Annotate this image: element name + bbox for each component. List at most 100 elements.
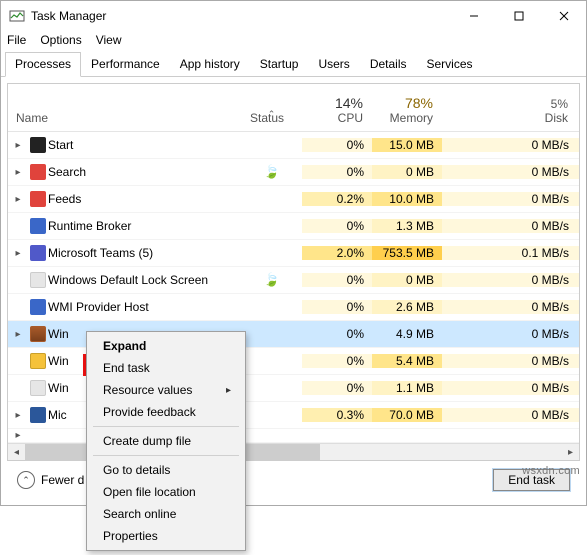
expand-toggle-icon[interactable]: ▸ xyxy=(8,410,28,421)
cpu-value: 0% xyxy=(302,165,372,179)
sort-indicator-icon: ⌃ xyxy=(268,109,276,120)
table-row[interactable]: Runtime Broker 0%1.3 MB0 MB/s xyxy=(8,213,579,240)
disk-value: 0 MB/s xyxy=(442,354,579,368)
memory-value: 10.0 MB xyxy=(372,192,442,206)
process-icon xyxy=(28,407,48,423)
memory-value: 1.1 MB xyxy=(372,381,442,395)
submenu-arrow-icon: ▸ xyxy=(226,385,231,396)
process-icon xyxy=(28,380,48,396)
suspended-leaf-icon: 🍃 xyxy=(264,272,280,288)
end-task-button[interactable]: End task xyxy=(493,469,570,491)
memory-value: 2.6 MB xyxy=(372,300,442,314)
expand-toggle-icon[interactable]: ▸ xyxy=(8,140,28,151)
expand-toggle-icon[interactable]: ▸ xyxy=(8,248,28,259)
cpu-value: 0.3% xyxy=(302,408,372,422)
tab-services[interactable]: Services xyxy=(417,52,483,77)
memory-value: 0 MB xyxy=(372,273,442,287)
menu-view[interactable]: View xyxy=(96,33,122,47)
disk-value: 0 MB/s xyxy=(442,273,579,287)
scroll-right-icon[interactable]: ▸ xyxy=(562,444,579,461)
close-button[interactable] xyxy=(541,1,586,31)
cpu-value: 0% xyxy=(302,219,372,233)
process-name: Start xyxy=(48,138,242,152)
disk-value: 0 MB/s xyxy=(442,138,579,152)
ctx-resource-values[interactable]: Resource values▸ xyxy=(89,379,243,401)
memory-value: 5.4 MB xyxy=(372,354,442,368)
titlebar[interactable]: Task Manager xyxy=(1,1,586,31)
minimize-button[interactable] xyxy=(451,1,496,31)
cpu-value: 0% xyxy=(302,381,372,395)
process-icon xyxy=(28,326,48,342)
tab-strip: Processes Performance App history Startu… xyxy=(1,51,586,77)
cpu-value: 2.0% xyxy=(302,246,372,260)
process-icon xyxy=(28,245,48,261)
ctx-expand[interactable]: Expand xyxy=(89,335,243,357)
tab-app-history[interactable]: App history xyxy=(170,52,250,77)
tab-details[interactable]: Details xyxy=(360,52,417,77)
ctx-properties[interactable]: Properties xyxy=(89,525,243,547)
ctx-separator xyxy=(93,455,239,456)
menu-file[interactable]: File xyxy=(7,33,26,47)
tab-startup[interactable]: Startup xyxy=(250,52,309,77)
disk-value: 0 MB/s xyxy=(442,408,579,422)
menu-options[interactable]: Options xyxy=(40,33,81,47)
expand-toggle-icon[interactable]: ▸ xyxy=(8,167,28,178)
process-icon xyxy=(28,218,48,234)
disk-value: 0 MB/s xyxy=(442,192,579,206)
process-icon xyxy=(28,299,48,315)
memory-value: 4.9 MB xyxy=(372,327,442,341)
ctx-open-file-location[interactable]: Open file location xyxy=(89,481,243,503)
process-icon xyxy=(28,164,48,180)
disk-value: 0 MB/s xyxy=(442,165,579,179)
table-row[interactable]: ▸Search🍃0%0 MB0 MB/s xyxy=(8,159,579,186)
cpu-value: 0% xyxy=(302,354,372,368)
suspended-leaf-icon: 🍃 xyxy=(264,164,280,180)
cpu-value: 0% xyxy=(302,300,372,314)
scroll-left-icon[interactable]: ◂ xyxy=(8,444,25,461)
ctx-separator xyxy=(93,426,239,427)
chevron-up-icon: ⌃ xyxy=(17,471,35,489)
ctx-search-online[interactable]: Search online xyxy=(89,503,243,525)
fewer-details-label: Fewer d xyxy=(41,473,84,487)
memory-value: 0 MB xyxy=(372,165,442,179)
table-row[interactable]: ▸Start0%15.0 MB0 MB/s xyxy=(8,132,579,159)
table-header: Name ⌃ Status 14%CPU 78%Memory 5%Disk xyxy=(8,84,579,132)
maximize-button[interactable] xyxy=(496,1,541,31)
disk-value: 0 MB/s xyxy=(442,219,579,233)
col-cpu[interactable]: 14%CPU xyxy=(302,91,372,131)
table-row[interactable]: Windows Default Lock Screen🍃0%0 MB0 MB/s xyxy=(8,267,579,294)
tab-performance[interactable]: Performance xyxy=(81,52,170,77)
process-icon xyxy=(28,353,48,369)
table-row[interactable]: ▸Feeds0.2%10.0 MB0 MB/s xyxy=(8,186,579,213)
expand-toggle-icon[interactable]: ▸ xyxy=(8,430,28,441)
disk-value: 0 MB/s xyxy=(442,300,579,314)
col-memory[interactable]: 78%Memory xyxy=(372,91,442,131)
disk-value: 0 MB/s xyxy=(442,327,579,341)
process-name: Runtime Broker xyxy=(48,219,242,233)
col-disk[interactable]: 5%Disk xyxy=(442,93,579,131)
memory-value: 1.3 MB xyxy=(372,219,442,233)
process-name: WMI Provider Host xyxy=(48,300,242,314)
expand-toggle-icon[interactable]: ▸ xyxy=(8,329,28,340)
disk-value: 0.1 MB/s xyxy=(442,246,579,260)
memory-value: 70.0 MB xyxy=(372,408,442,422)
tab-processes[interactable]: Processes xyxy=(5,52,81,77)
fewer-details-button[interactable]: ⌃ Fewer d xyxy=(17,471,84,489)
table-row[interactable]: WMI Provider Host 0%2.6 MB0 MB/s xyxy=(8,294,579,321)
process-status: 🍃 xyxy=(242,164,302,180)
process-icon xyxy=(28,272,48,288)
window-title: Task Manager xyxy=(31,9,451,23)
process-status: 🍃 xyxy=(242,272,302,288)
ctx-create-dump[interactable]: Create dump file xyxy=(89,430,243,452)
expand-toggle-icon[interactable]: ▸ xyxy=(8,194,28,205)
ctx-provide-feedback[interactable]: Provide feedback xyxy=(89,401,243,423)
memory-value: 753.5 MB xyxy=(372,246,442,260)
cpu-value: 0% xyxy=(302,273,372,287)
context-menu: Expand End task Resource values▸ Provide… xyxy=(86,331,246,551)
table-row[interactable]: ▸Microsoft Teams (5)2.0%753.5 MB0.1 MB/s xyxy=(8,240,579,267)
col-status[interactable]: ⌃ Status xyxy=(242,107,302,131)
ctx-go-to-details[interactable]: Go to details xyxy=(89,459,243,481)
tab-users[interactable]: Users xyxy=(308,52,359,77)
col-name[interactable]: Name xyxy=(8,107,242,131)
ctx-end-task[interactable]: End task xyxy=(89,357,243,379)
